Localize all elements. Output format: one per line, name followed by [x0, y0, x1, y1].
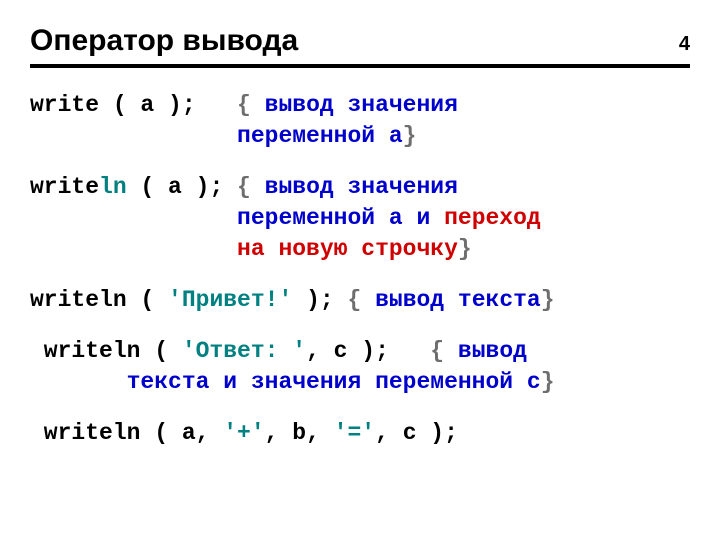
code-block-1: write ( a ); { вывод значения переменной…: [30, 90, 690, 152]
code-text: ( a );: [127, 174, 237, 200]
code-text: write ( a );: [30, 92, 237, 118]
page-number: 4: [679, 33, 690, 56]
code-block-2: writeln ( a ); { вывод значения переменн…: [30, 172, 690, 265]
comment-text: { вывод значения: [237, 174, 458, 200]
code-highlight: ln: [99, 174, 127, 200]
code-block-4: writeln ( 'Ответ: ', c ); { вывод текста…: [30, 336, 690, 398]
code-text: writeln ( a,: [30, 420, 223, 446]
code-block-5: writeln ( a, '+', b, '=', c );: [30, 418, 690, 449]
string-literal: '=': [334, 420, 375, 446]
code-block-3: writeln ( 'Привет!' ); { вывод текста}: [30, 285, 690, 316]
comment-text: { вывод значения: [237, 92, 458, 118]
slide-content: write ( a ); { вывод значения переменной…: [30, 90, 690, 449]
comment-text: текста и значения переменной c}: [30, 369, 555, 395]
code-text: write: [30, 174, 99, 200]
string-literal: 'Привет!': [168, 287, 292, 313]
comment-text: переменной a}: [30, 123, 416, 149]
slide-header: Оператор вывода 4: [30, 24, 690, 68]
comment-red: на новую строчку: [237, 236, 458, 262]
string-literal: '+': [223, 420, 264, 446]
comment-text: { вывод: [430, 338, 527, 364]
comment-red: переход: [444, 205, 541, 231]
comment-text: { вывод текста}: [347, 287, 554, 313]
comment-text: переменной a и: [30, 205, 444, 231]
code-text: writeln (: [30, 338, 182, 364]
slide-title: Оператор вывода: [30, 24, 298, 58]
code-text: writeln (: [30, 287, 168, 313]
string-literal: 'Ответ: ': [182, 338, 306, 364]
